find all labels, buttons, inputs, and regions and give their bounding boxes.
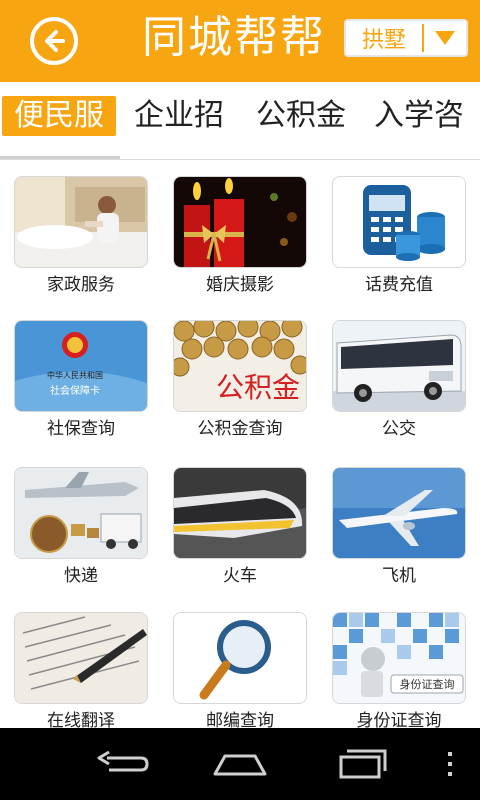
tab-recruitment[interactable]: 企业招 xyxy=(134,96,224,136)
service-phone-recharge[interactable]: 话费充值 xyxy=(332,176,466,304)
tab-housing-fund[interactable]: 公积金 xyxy=(256,96,346,136)
city-selected-value: 拱墅 xyxy=(361,28,406,53)
express-delivery-image xyxy=(14,467,148,559)
nav-back-icon[interactable] xyxy=(92,746,150,782)
service-id-card-query[interactable]: 身份证查询 身份证查询 xyxy=(332,612,466,728)
service-label: 家政服务 xyxy=(47,275,115,295)
service-label: 社保查询 xyxy=(47,419,115,439)
card-title-text: 社会保障卡 xyxy=(50,384,100,397)
service-bus[interactable]: 公交 xyxy=(332,320,466,448)
back-arrow-icon[interactable] xyxy=(30,17,78,65)
category-tabs: 便民服 企业招 公积金 入学咨 xyxy=(0,82,480,160)
service-label: 飞机 xyxy=(382,566,416,586)
service-airplane[interactable]: 飞机 xyxy=(332,467,466,595)
nav-home-icon[interactable] xyxy=(210,746,270,782)
bus-image xyxy=(332,320,466,412)
fund-image-text: 公积金 xyxy=(216,371,300,404)
service-label: 身份证查询 xyxy=(356,711,442,728)
tab-school-enrollment[interactable]: 入学咨 xyxy=(374,96,464,136)
wedding-candles-image xyxy=(173,176,307,268)
service-postcode-query[interactable]: 邮编查询 xyxy=(173,612,307,728)
translation-pen-image xyxy=(14,612,148,704)
id-search-image-text: 身份证查询 xyxy=(400,677,455,691)
train-image xyxy=(173,467,307,559)
magnifier-image xyxy=(173,612,307,704)
service-social-security[interactable]: 中华人民共和国 社会保障卡 社保查询 xyxy=(14,320,148,448)
active-tab-indicator xyxy=(0,156,120,159)
service-grid: 家政服务 婚庆摄影 话费充值 中华人民共和国 社会保障卡 社保查询 公积金 公积… xyxy=(0,160,480,728)
service-wedding-photo[interactable]: 婚庆摄影 xyxy=(173,176,307,304)
service-label: 在线翻译 xyxy=(47,711,115,728)
service-express[interactable]: 快递 xyxy=(14,467,148,595)
nav-menu-icon[interactable] xyxy=(440,746,460,782)
airplane-image xyxy=(332,467,466,559)
id-card-search-image: 身份证查询 xyxy=(332,612,466,704)
chevron-down-icon xyxy=(424,30,466,46)
service-label: 邮编查询 xyxy=(206,711,274,728)
tab-convenience[interactable]: 便民服 xyxy=(2,96,116,136)
app-title: 同城帮帮 xyxy=(142,12,326,63)
system-nav-bar xyxy=(0,728,480,800)
social-security-card-image: 中华人民共和国 社会保障卡 xyxy=(14,320,148,412)
housekeeping-image xyxy=(14,176,148,268)
service-housekeeping[interactable]: 家政服务 xyxy=(14,176,148,304)
nav-recents-icon[interactable] xyxy=(334,746,390,782)
housing-fund-coins-image: 公积金 xyxy=(173,320,307,412)
service-label: 话费充值 xyxy=(365,275,433,295)
service-label: 公积金查询 xyxy=(197,419,283,439)
service-label: 婚庆摄影 xyxy=(206,275,274,295)
service-housing-fund-query[interactable]: 公积金 公积金查询 xyxy=(173,320,307,448)
service-label: 快递 xyxy=(64,566,98,586)
app-header: 同城帮帮 拱墅 xyxy=(0,0,480,82)
service-train[interactable]: 火车 xyxy=(173,467,307,595)
city-dropdown[interactable]: 拱墅 xyxy=(344,19,468,57)
card-country-text: 中华人民共和国 xyxy=(47,370,103,380)
service-label: 公交 xyxy=(382,419,416,439)
service-label: 火车 xyxy=(223,566,257,586)
service-online-translation[interactable]: 在线翻译 xyxy=(14,612,148,728)
phone-recharge-image xyxy=(332,176,466,268)
